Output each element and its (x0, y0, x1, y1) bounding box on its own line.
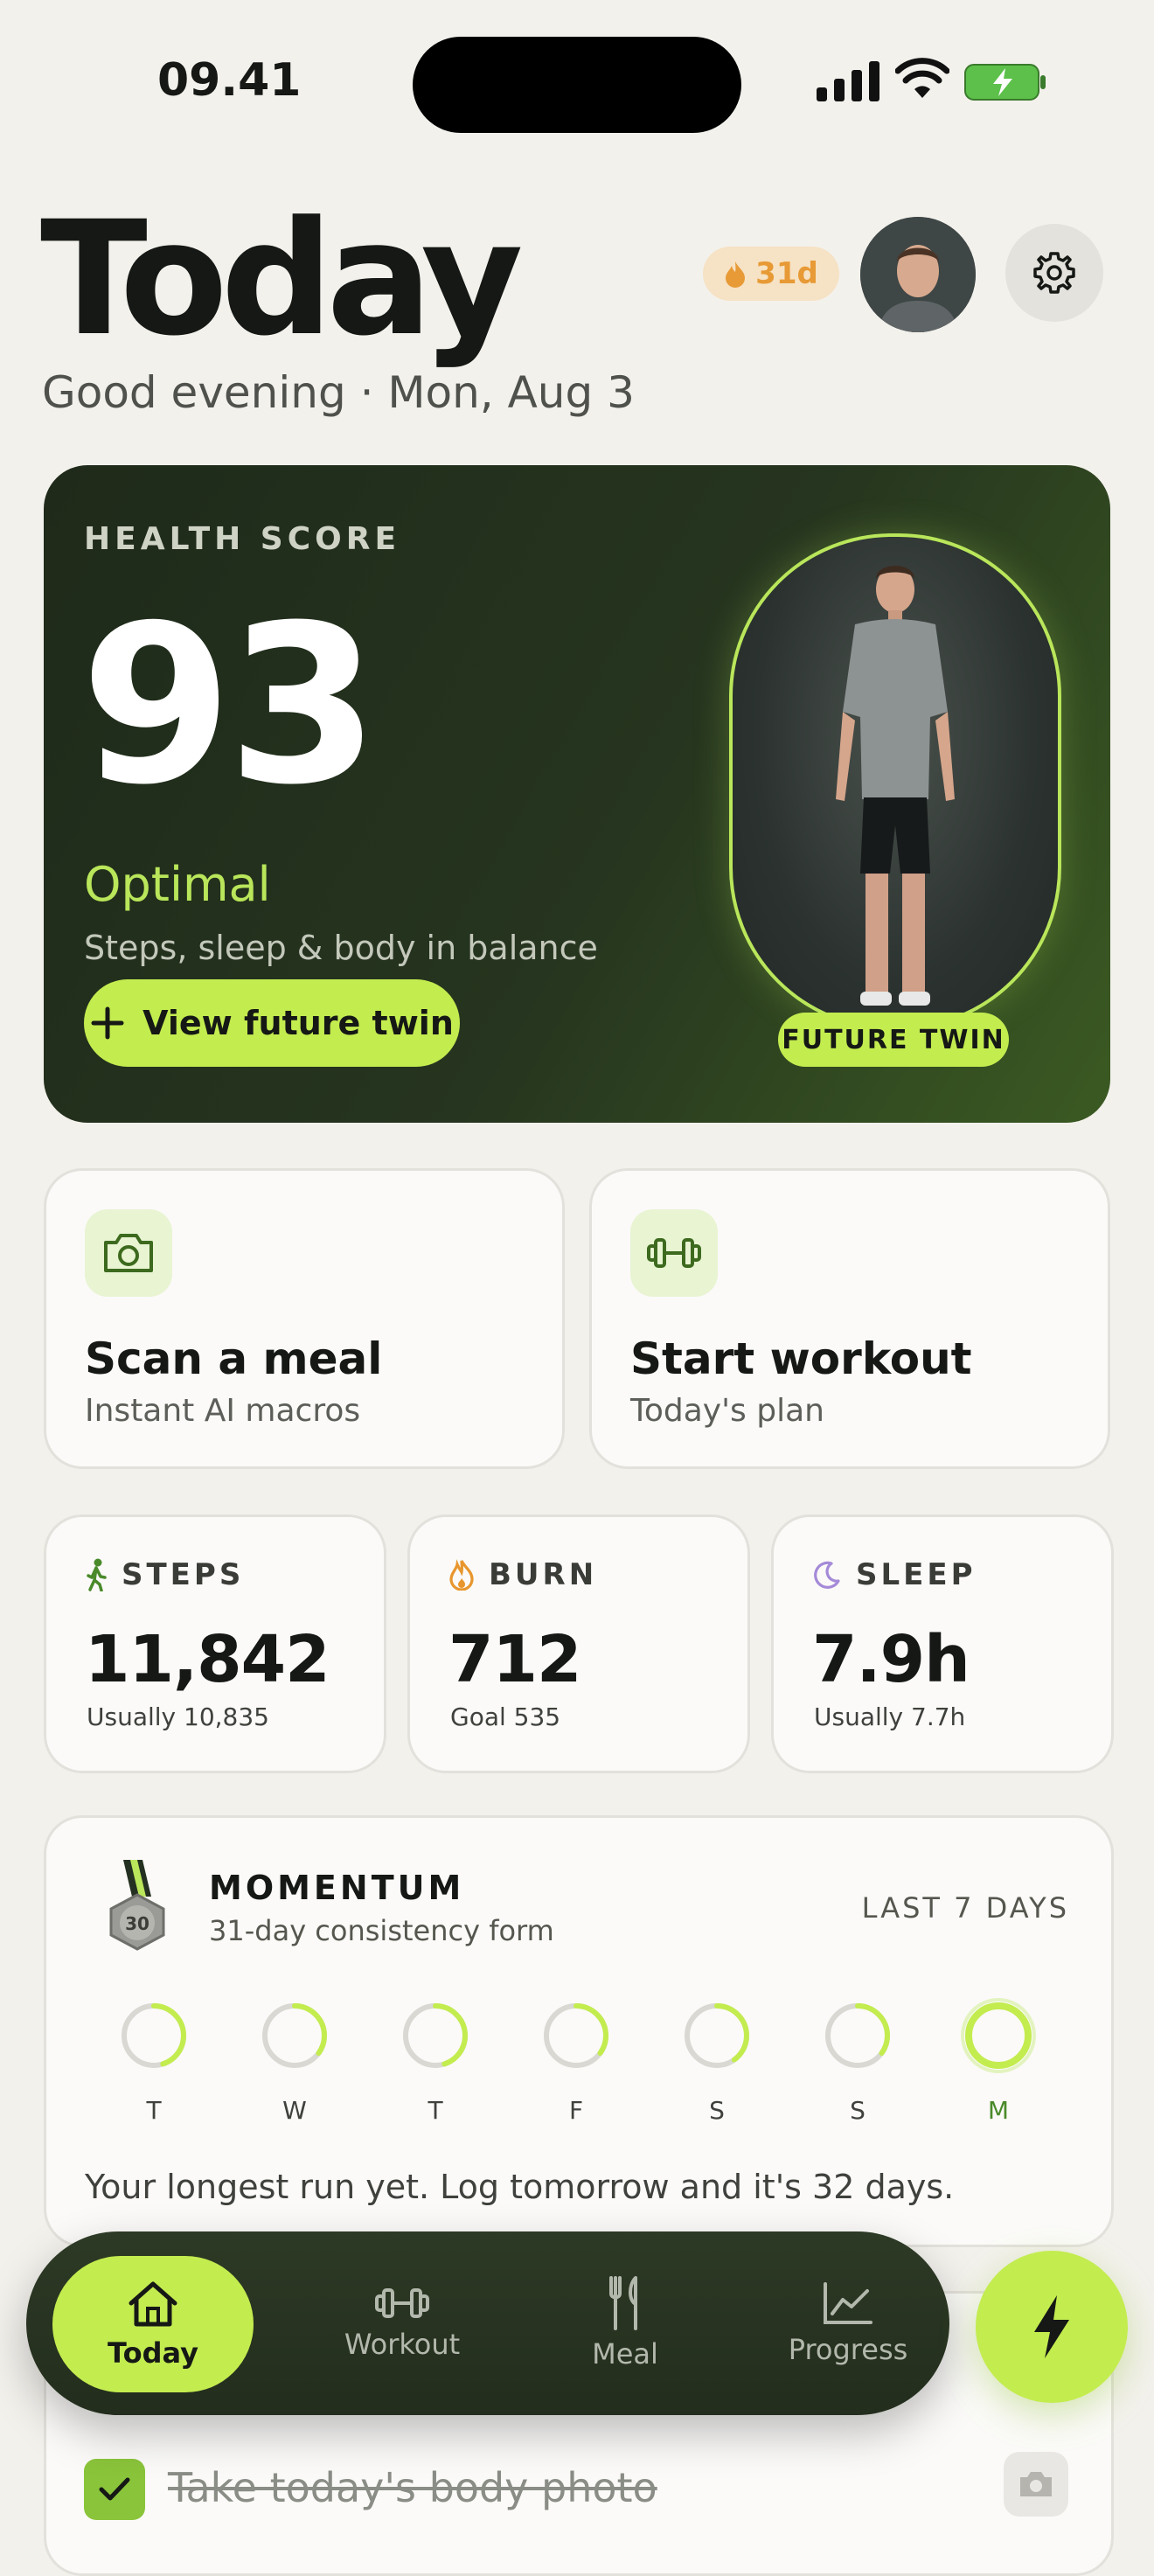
view-future-twin-button[interactable]: View future twin (84, 979, 460, 1067)
day-ring[interactable] (961, 1998, 1036, 2073)
day-label: S (709, 2096, 725, 2125)
dumbbell-icon (375, 2288, 429, 2318)
health-score-value: 93 (80, 578, 379, 832)
day-ring[interactable] (116, 1998, 191, 2073)
streak-count: 31d (755, 256, 818, 291)
flame-icon (449, 1559, 474, 1591)
day-ring[interactable] (679, 1998, 754, 2073)
plus-icon (91, 1006, 124, 1040)
nav-meal[interactable]: Meal (520, 2231, 730, 2415)
burn-value: 712 (448, 1622, 581, 1697)
burn-label: BURN (489, 1557, 598, 1592)
home-icon (129, 2281, 177, 2327)
momentum-subtitle: 31-day consistency form (209, 1914, 554, 1947)
nav-workout[interactable]: Workout (297, 2231, 507, 2415)
nav-today[interactable]: Today (52, 2256, 254, 2392)
steps-label: STEPS (122, 1557, 245, 1592)
momentum-footer: Your longest run yet. Log tomorrow and i… (85, 2168, 955, 2206)
future-twin-badge: FUTURE TWIN (778, 1013, 1009, 1067)
chart-icon (824, 2282, 872, 2324)
day-ring-glow (961, 1998, 1036, 2073)
walking-icon (87, 1558, 107, 1591)
task-camera-button[interactable] (1004, 2452, 1068, 2517)
view-future-twin-label: View future twin (143, 1004, 454, 1042)
gear-icon (1033, 252, 1075, 294)
status-time: 09.41 (157, 54, 302, 107)
nav-today-label: Today (108, 2336, 198, 2370)
burn-card[interactable]: BURN 712 Goal 535 (407, 1514, 750, 1773)
bottom-nav: Today Workout Meal Progress (26, 2231, 949, 2415)
lightning-icon (1034, 2295, 1069, 2358)
check-icon (99, 2477, 130, 2501)
scan-meal-title: Scan a meal (85, 1333, 383, 1384)
start-workout-card[interactable]: Start workout Today's plan (589, 1168, 1110, 1469)
day-ring[interactable] (398, 1998, 473, 2073)
camera-icon-tile (85, 1209, 172, 1297)
page-subtitle: Good evening · Mon, Aug 3 (42, 367, 635, 418)
dumbbell-icon-tile (630, 1209, 718, 1297)
cellular-signal-icon (817, 61, 879, 101)
dynamic-island (413, 37, 741, 133)
medal-icon: 30 (109, 1860, 165, 1951)
quick-action-button[interactable] (976, 2251, 1128, 2403)
nav-workout-label: Workout (344, 2328, 461, 2361)
day-label: S (850, 2096, 866, 2125)
health-status: Optimal (84, 857, 271, 912)
task-checkbox[interactable] (84, 2459, 145, 2520)
burn-sub: Goal 535 (450, 1702, 561, 1731)
start-workout-title: Start workout (630, 1333, 972, 1384)
sleep-label: SLEEP (856, 1557, 977, 1592)
steps-sub: Usually 10,835 (87, 1702, 269, 1731)
profile-photo (860, 217, 976, 332)
sleep-card[interactable]: SLEEP 7.9h Usually 7.7h (771, 1514, 1114, 1773)
health-score-card[interactable]: HEALTH SCORE 93 Optimal Steps, sleep & b… (44, 465, 1110, 1123)
settings-button[interactable] (1005, 224, 1103, 322)
camera-icon (104, 1234, 153, 1272)
moon-icon (814, 1561, 840, 1589)
day-label: T (146, 2096, 162, 2125)
camera-icon (1020, 2472, 1052, 2496)
health-score-label: HEALTH SCORE (84, 521, 401, 557)
day-ring[interactable] (257, 1998, 332, 2073)
momentum-card[interactable]: 30 MOMENTUM 31-day consistency form LAST… (44, 1815, 1114, 2247)
day-ring[interactable] (820, 1998, 895, 2073)
nav-progress-label: Progress (788, 2333, 908, 2366)
scan-meal-card[interactable]: Scan a meal Instant AI macros (44, 1168, 565, 1469)
scan-meal-subtitle: Instant AI macros (85, 1393, 361, 1429)
nav-progress[interactable]: Progress (743, 2231, 953, 2415)
momentum-title: MOMENTUM (209, 1869, 465, 1907)
day-label: M (987, 2096, 1010, 2125)
future-twin-image[interactable] (729, 533, 1061, 1030)
day-label: T (428, 2096, 443, 2125)
medal-number: 30 (125, 1913, 149, 1934)
sleep-sub: Usually 7.7h (814, 1702, 966, 1731)
momentum-range: LAST 7 DAYS (861, 1891, 1069, 1925)
day-ring[interactable] (539, 1998, 614, 2073)
dumbbell-icon (647, 1238, 701, 1268)
streak-badge[interactable]: 31d (703, 247, 839, 301)
steps-value: 11,842 (85, 1622, 330, 1697)
sleep-value: 7.9h (812, 1622, 970, 1697)
steps-card[interactable]: STEPS 11,842 Usually 10,835 (44, 1514, 386, 1773)
nav-meal-label: Meal (592, 2337, 658, 2371)
wifi-icon (895, 58, 949, 98)
flame-icon (726, 261, 746, 288)
fork-knife-icon (609, 2276, 637, 2330)
start-workout-subtitle: Today's plan (630, 1393, 824, 1429)
task-text: Take today's body photo (168, 2464, 657, 2511)
avatar[interactable] (860, 217, 976, 332)
page-title: Today (40, 188, 524, 371)
health-description: Steps, sleep & body in balance (84, 929, 598, 967)
day-ring-progress (965, 2002, 1032, 2069)
battery-icon (964, 64, 1046, 101)
future-twin-figure (836, 566, 955, 1006)
day-label: F (568, 2096, 584, 2125)
day-label: W (282, 2096, 307, 2125)
